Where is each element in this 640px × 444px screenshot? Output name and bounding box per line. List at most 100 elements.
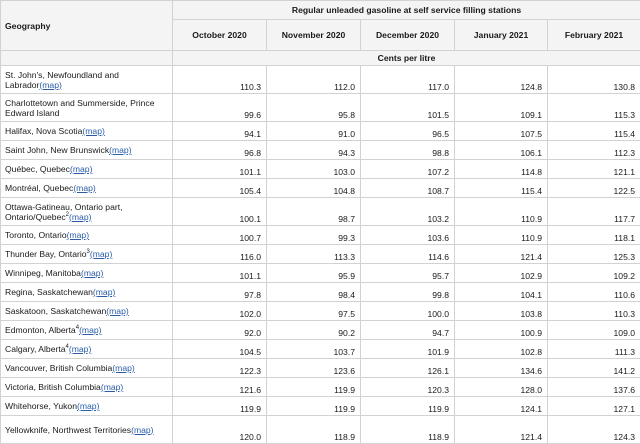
price-cell: 124.3 <box>548 416 640 444</box>
geography-name: Montréal, Quebec <box>5 183 73 193</box>
price-cell: 137.6 <box>548 378 640 397</box>
price-cell: 103.7 <box>267 340 361 359</box>
geography-name: Yellowknife, Northwest Territories <box>5 425 131 435</box>
map-link[interactable]: (map) <box>39 80 61 90</box>
price-cell: 97.8 <box>173 283 267 302</box>
price-cell: 118.9 <box>267 416 361 444</box>
table-body: St. John's, Newfoundland and Labrador(ma… <box>1 66 640 444</box>
price-cell: 113.3 <box>267 245 361 264</box>
geography-name: Québec, Quebec <box>5 164 70 174</box>
table-row: Saint John, New Brunswick(map)96.894.398… <box>1 141 640 160</box>
map-link[interactable]: (map) <box>112 363 134 373</box>
map-link[interactable]: (map) <box>101 382 123 392</box>
table-row: Yellowknife, Northwest Territories(map) 1… <box>1 416 640 444</box>
price-cell: 98.7 <box>267 198 361 226</box>
table-row: Vancouver, British Columbia(map)122.3123… <box>1 359 640 378</box>
geography-cell: Winnipeg, Manitoba(map) <box>1 264 173 283</box>
price-cell: 114.6 <box>361 245 455 264</box>
price-cell: 117.0 <box>361 66 455 94</box>
map-link[interactable]: (map) <box>69 212 91 222</box>
price-cell: 118.1 <box>548 226 640 245</box>
price-cell: 90.2 <box>267 321 361 340</box>
map-link[interactable]: (map) <box>106 306 128 316</box>
price-cell: 100.0 <box>361 302 455 321</box>
price-cell: 120.0 <box>173 416 267 444</box>
geography-cell: Toronto, Ontario(map) <box>1 226 173 245</box>
price-cell: 119.9 <box>173 397 267 416</box>
geography-cell: Montréal, Quebec(map) <box>1 179 173 198</box>
price-cell: 99.8 <box>361 283 455 302</box>
map-link[interactable]: (map) <box>67 230 89 240</box>
price-cell: 109.1 <box>455 94 548 122</box>
map-link[interactable]: (map) <box>81 268 103 278</box>
map-link[interactable]: (map) <box>77 401 99 411</box>
price-cell: 134.6 <box>455 359 548 378</box>
price-cell: 94.7 <box>361 321 455 340</box>
geography-cell: St. John's, Newfoundland and Labrador(ma… <box>1 66 173 94</box>
price-cell: 126.1 <box>361 359 455 378</box>
table-row: Whitehorse, Yukon(map)119.9119.9119.9124… <box>1 397 640 416</box>
price-cell: 121.4 <box>455 416 548 444</box>
geography-name: Regina, Saskatchewan <box>5 287 93 297</box>
geography-cell: Regina, Saskatchewan(map) <box>1 283 173 302</box>
price-cell: 117.7 <box>548 198 640 226</box>
geography-name: Thunder Bay, Ontario <box>5 249 87 259</box>
geography-name: Charlottetown and Summerside, Prince Edw… <box>5 98 155 118</box>
price-cell: 101.1 <box>173 264 267 283</box>
month-header: February 2021 <box>548 20 640 51</box>
geography-header: Geography <box>1 1 173 51</box>
price-cell: 110.3 <box>548 302 640 321</box>
price-cell: 92.0 <box>173 321 267 340</box>
map-link[interactable]: (map) <box>82 126 104 136</box>
geography-cell: Vancouver, British Columbia(map) <box>1 359 173 378</box>
geography-name: Toronto, Ontario <box>5 230 67 240</box>
geography-name: Saskatoon, Saskatchewan <box>5 306 106 316</box>
price-cell: 119.9 <box>267 378 361 397</box>
price-cell: 127.1 <box>548 397 640 416</box>
price-cell: 125.3 <box>548 245 640 264</box>
price-cell: 103.6 <box>361 226 455 245</box>
price-cell: 101.9 <box>361 340 455 359</box>
table-row: Québec, Quebec(map)101.1103.0107.2114.81… <box>1 160 640 179</box>
month-header: November 2020 <box>267 20 361 51</box>
price-cell: 104.8 <box>267 179 361 198</box>
price-cell: 115.4 <box>548 122 640 141</box>
table-row: Charlottetown and Summerside, Prince Edw… <box>1 94 640 122</box>
price-cell: 124.1 <box>455 397 548 416</box>
geography-name: Halifax, Nova Scotia <box>5 126 82 136</box>
geography-cell: Whitehorse, Yukon(map) <box>1 397 173 416</box>
map-link[interactable]: (map) <box>70 164 92 174</box>
map-link[interactable]: (map) <box>79 325 101 335</box>
price-cell: 100.9 <box>455 321 548 340</box>
price-cell: 121.1 <box>548 160 640 179</box>
units-spacer <box>1 51 173 66</box>
geography-name: Calgary, Alberta <box>5 344 66 354</box>
price-cell: 95.7 <box>361 264 455 283</box>
geography-cell: Calgary, Alberta4(map) <box>1 340 173 359</box>
map-link[interactable]: (map) <box>90 249 112 259</box>
geography-cell: Thunder Bay, Ontario3(map) <box>1 245 173 264</box>
price-cell: 98.4 <box>267 283 361 302</box>
geography-cell: Saint John, New Brunswick(map) <box>1 141 173 160</box>
table-row: Ottawa-Gatineau, Ontario part, Ontario/Q… <box>1 198 640 226</box>
geography-cell: Charlottetown and Summerside, Prince Edw… <box>1 94 173 122</box>
month-header: October 2020 <box>173 20 267 51</box>
map-link[interactable]: (map) <box>131 425 153 435</box>
price-cell: 91.0 <box>267 122 361 141</box>
map-link[interactable]: (map) <box>109 145 131 155</box>
table-row: Winnipeg, Manitoba(map)101.195.995.7102.… <box>1 264 640 283</box>
price-cell: 94.1 <box>173 122 267 141</box>
table-row: Montréal, Quebec(map)105.4104.8108.7115.… <box>1 179 640 198</box>
price-cell: 115.3 <box>548 94 640 122</box>
map-link[interactable]: (map) <box>73 183 95 193</box>
price-cell: 109.2 <box>548 264 640 283</box>
map-link[interactable]: (map) <box>93 287 115 297</box>
gasoline-group-header: Regular unleaded gasoline at self servic… <box>173 1 640 20</box>
geography-cell: Edmonton, Alberta4(map) <box>1 321 173 340</box>
table-row: Edmonton, Alberta4(map)92.090.294.7100.9… <box>1 321 640 340</box>
map-link[interactable]: (map) <box>69 344 91 354</box>
price-cell: 100.1 <box>173 198 267 226</box>
price-cell: 94.3 <box>267 141 361 160</box>
geography-name: Winnipeg, Manitoba <box>5 268 81 278</box>
price-cell: 97.5 <box>267 302 361 321</box>
